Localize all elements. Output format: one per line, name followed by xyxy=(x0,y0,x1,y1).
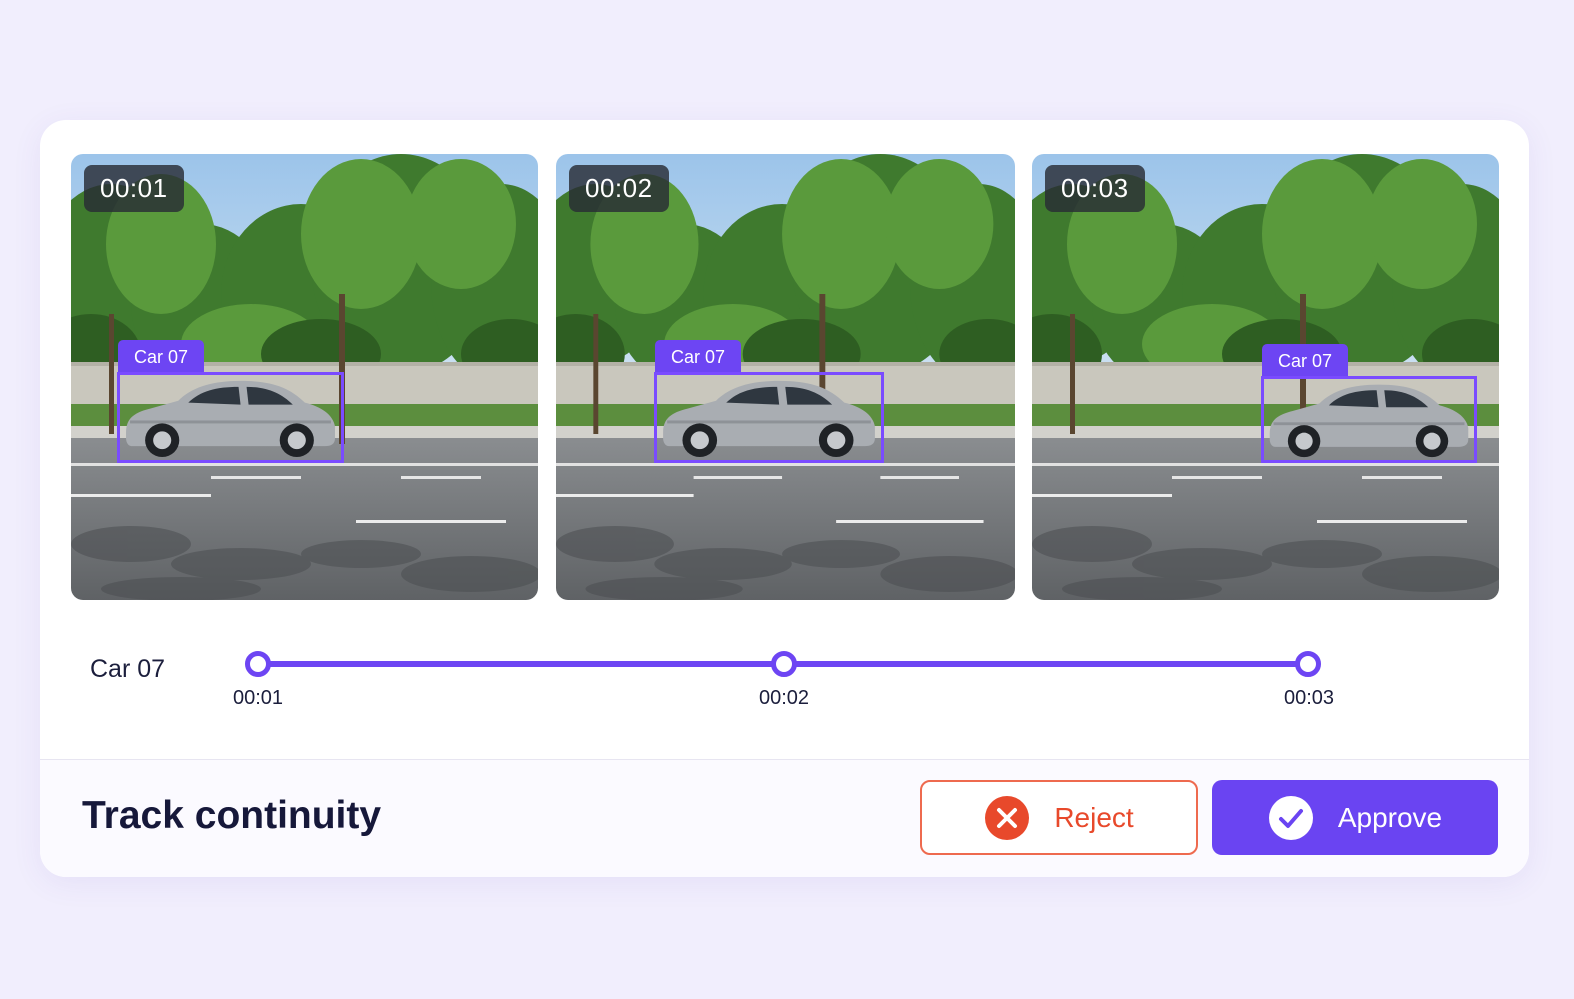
track-keyframe-node[interactable] xyxy=(771,651,797,677)
bounding-box[interactable] xyxy=(1261,376,1477,463)
bounding-box[interactable] xyxy=(654,372,884,463)
reject-button-label: Reject xyxy=(1054,801,1134,833)
bounding-box-label: Car 07 xyxy=(118,340,205,374)
track-object-label: Car 07 xyxy=(90,655,166,683)
video-frame-2[interactable]: 00:02 Car 07 xyxy=(556,154,1015,600)
bounding-box[interactable] xyxy=(117,372,344,463)
reject-button[interactable]: Reject xyxy=(920,780,1198,855)
track-time-label: 00:02 xyxy=(758,687,810,709)
track-time-label: 00:01 xyxy=(232,687,284,709)
approve-button-label: Approve xyxy=(1337,801,1443,833)
track-keyframe-node[interactable] xyxy=(1295,651,1321,677)
footer-divider xyxy=(40,759,1529,760)
car-image xyxy=(1264,379,1474,460)
track-keyframe-node[interactable] xyxy=(245,651,271,677)
timestamp-badge: 00:02 xyxy=(569,165,669,212)
approve-button[interactable]: Approve xyxy=(1212,780,1498,855)
timestamp-badge: 00:03 xyxy=(1045,165,1145,212)
bounding-box-label: Car 07 xyxy=(1262,344,1349,378)
review-card: 00:01 Car 07 00:02 Car 07 00:03 Car 07 C… xyxy=(40,120,1529,877)
track-time-label: 00:03 xyxy=(1283,687,1335,709)
video-frame-1[interactable]: 00:01 Car 07 xyxy=(71,154,538,600)
check-circle-icon xyxy=(1268,795,1313,840)
car-image xyxy=(657,375,881,460)
car-image xyxy=(120,375,341,460)
review-title: Track continuity xyxy=(82,794,382,837)
video-frame-3[interactable]: 00:03 Car 07 xyxy=(1032,154,1499,600)
timestamp-badge: 00:01 xyxy=(84,165,184,212)
bounding-box-label: Car 07 xyxy=(655,340,742,374)
close-circle-icon xyxy=(985,795,1030,840)
